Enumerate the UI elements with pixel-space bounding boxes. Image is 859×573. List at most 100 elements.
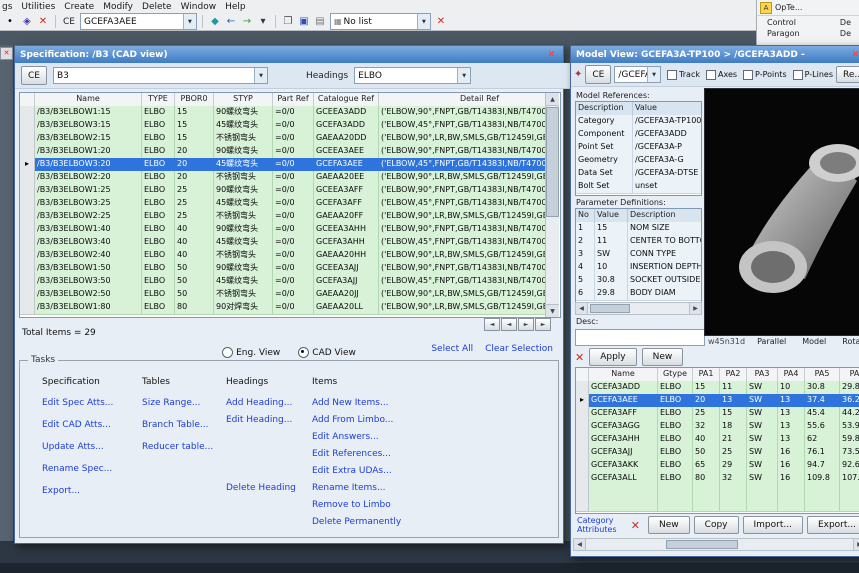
table-row[interactable]: /B3/B3ELBOW2:15ELBO15不锈钢弯头=0/0GAEAA20DD(…: [20, 132, 545, 145]
task-link-add-from-limbo[interactable]: Add From Limbo...: [312, 415, 432, 425]
task-link-edit-heading[interactable]: Edit Heading...: [226, 415, 312, 425]
table-row[interactable]: /B3/B3ELBOW1:50ELBO5090螺纹弯头=0/0GCEEA3AJJ…: [20, 262, 545, 275]
scroll-left-icon[interactable]: ◀: [576, 303, 588, 314]
task-link-reducer-table[interactable]: Reducer table...: [142, 442, 226, 452]
dropdown-icon[interactable]: ▼: [457, 68, 470, 83]
table-row[interactable]: 3SWCONN TYPE: [576, 248, 701, 261]
ce-button[interactable]: CE: [585, 65, 611, 84]
table-row[interactable]: 211CENTER TO BOTTOM OF FACE: [576, 235, 701, 248]
table-row[interactable]: GCEFA3AGGELBO3218SW1355.653.9: [576, 420, 859, 433]
scroll-left-icon[interactable]: ◀: [574, 539, 586, 550]
table-row[interactable]: /B3/B3ELBOW1:15ELBO1590螺纹弯头=0/0GCEEA3ADD…: [20, 106, 545, 119]
table-row[interactable]: /B3/B3ELBOW3:50ELBO5045螺纹弯头=0/0GCEFA3AJJ…: [20, 275, 545, 288]
model-3d-viewport[interactable]: [704, 88, 859, 336]
table-row[interactable]: GCEFA3AHHELBO4021SW136259.8: [576, 433, 859, 446]
table-row[interactable]: 530.8SOCKET OUTSIDE DIAM: [576, 274, 701, 287]
table-row[interactable]: [576, 498, 859, 511]
scroll-thumb[interactable]: [546, 107, 559, 217]
module-panel-title[interactable]: OpTe...: [775, 3, 802, 12]
headings-combo[interactable]: ELBO ▼: [354, 67, 471, 84]
table-row[interactable]: /B3/B3ELBOW3:25ELBO2545螺纹弯头=0/0GCEFA3AFF…: [20, 197, 545, 210]
table-row[interactable]: 115NOM SIZE: [576, 222, 701, 235]
view-label-model[interactable]: Model: [802, 337, 826, 346]
clear-icon[interactable]: ✕: [575, 351, 584, 364]
category-combo[interactable]: /GCEFA3A-TP100 ▼: [614, 66, 661, 83]
table-row[interactable]: [576, 485, 859, 498]
desc-input[interactable]: [575, 329, 705, 346]
table-row[interactable]: ▸GCEFA3AEEELBO2013SW1337.436.2: [576, 394, 859, 407]
task-link-edit-answers[interactable]: Edit Answers...: [312, 432, 432, 442]
table-row[interactable]: Component/GCEFA3ADD: [576, 128, 701, 141]
table-row[interactable]: /B3/B3ELBOW2:25ELBO25不锈钢弯头=0/0GAEAA20FF(…: [20, 210, 545, 223]
spec-title-bar[interactable]: Specification: /B3 (CAD view) ✕: [15, 46, 563, 63]
scroll-right-icon[interactable]: ▶: [689, 303, 701, 314]
checkbox-p-points[interactable]: P-Points: [743, 70, 787, 80]
ce-button[interactable]: CE: [21, 66, 47, 85]
menu-item-modify[interactable]: Modify: [103, 2, 133, 12]
task-link-edit-extra-udas[interactable]: Edit Extra UDAs...: [312, 466, 432, 476]
prev-record-icon[interactable]: ◄: [501, 318, 517, 331]
task-link-add-new-items[interactable]: Add New Items...: [312, 398, 432, 408]
table-row[interactable]: GCEFA3ALLELBO8032SW16109.8107.4: [576, 472, 859, 485]
back-icon[interactable]: ←: [224, 15, 238, 29]
radio-eng-view[interactable]: Eng. View: [222, 347, 280, 358]
menu-item-help[interactable]: Help: [225, 2, 246, 12]
view-label-rotate[interactable]: Rotate: [842, 337, 859, 346]
close-list-icon[interactable]: ✕: [434, 15, 448, 29]
scroll-down-icon[interactable]: ▼: [546, 304, 559, 317]
module-row[interactable]: ControlDe: [757, 16, 859, 27]
link-select-all[interactable]: Select All: [431, 344, 473, 354]
model-title-bar[interactable]: Model View: GCEFA3A-TP100 > /GCEFA3ADD -…: [571, 46, 859, 63]
table-row[interactable]: GCEFA3AJJELBO5025SW1676.173.5: [576, 446, 859, 459]
save-icon[interactable]: ▣: [297, 15, 311, 29]
checkbox-p-lines[interactable]: P-Lines: [793, 70, 833, 80]
button-new[interactable]: New: [648, 516, 690, 534]
task-link-remove-to-limbo[interactable]: Remove to Limbo: [312, 500, 432, 510]
task-link-add-heading[interactable]: Add Heading...: [226, 398, 312, 408]
checkbox-track[interactable]: Track: [667, 70, 700, 80]
scroll-right-icon[interactable]: ▶: [853, 539, 859, 550]
table-row[interactable]: GCEFA3AFFELBO2515SW1345.444.2: [576, 407, 859, 420]
table-row[interactable]: 629.8BODY DIAM: [576, 287, 701, 300]
table-row[interactable]: /B3/B3ELBOW2:50ELBO50不锈钢弯头=0/0GAEAA20JJ(…: [20, 288, 545, 301]
reset-button[interactable]: Re...: [836, 66, 859, 83]
first-record-icon[interactable]: ◄: [484, 318, 500, 331]
checkbox-axes[interactable]: Axes: [706, 70, 737, 80]
find-icon[interactable]: ◈: [20, 15, 34, 29]
task-link-edit-spec-atts[interactable]: Edit Spec Atts...: [42, 398, 142, 408]
scroll-up-icon[interactable]: ▲: [546, 93, 559, 106]
forward-icon[interactable]: →: [240, 15, 254, 29]
scroll-thumb[interactable]: [666, 540, 738, 549]
next-record-icon[interactable]: ►: [518, 318, 534, 331]
table-row[interactable]: /B3/B3ELBOW1:80ELBO8090对焊弯头=0/0GAEAA20LL…: [20, 301, 545, 314]
button-copy[interactable]: Copy: [694, 516, 739, 534]
task-link-export[interactable]: Export...: [42, 486, 142, 496]
table-row[interactable]: Bolt Setunset: [576, 180, 701, 193]
table-row[interactable]: Point Set/GCEFA3A-P: [576, 141, 701, 154]
list-combo[interactable]: ▦ No list ▼: [330, 13, 431, 30]
menu-item-gs[interactable]: gs: [2, 2, 12, 12]
menu-item-window[interactable]: Window: [181, 2, 217, 12]
table-row[interactable]: /B3/B3ELBOW1:40ELBO4090螺纹弯头=0/0GCEEA3AHH…: [20, 223, 545, 236]
horizontal-scrollbar[interactable]: ◀ ▶: [575, 302, 702, 315]
close-icon[interactable]: ✕: [849, 49, 859, 61]
dropdown-icon[interactable]: ▼: [417, 14, 430, 29]
table-row[interactable]: /B3/B3ELBOW2:40ELBO40不锈钢弯头=0/0GAEAA20HH(…: [20, 249, 545, 262]
task-link-update-atts[interactable]: Update Atts...: [42, 442, 142, 452]
task-link-branch-table[interactable]: Branch Table...: [142, 420, 226, 430]
dropdown-icon[interactable]: ▼: [647, 67, 660, 82]
close-icon[interactable]: ✕: [545, 49, 558, 61]
delete-icon[interactable]: ✕: [36, 15, 50, 29]
menu-item-utilities[interactable]: Utilities: [21, 2, 55, 12]
new-button[interactable]: New: [642, 348, 684, 366]
copy-icon[interactable]: ❐: [281, 15, 295, 29]
vertical-scrollbar[interactable]: ▲ ▼: [545, 93, 559, 317]
module-row[interactable]: ParagonDe: [757, 27, 859, 38]
link-clear-selection[interactable]: Clear Selection: [485, 344, 553, 354]
radio-cad-view[interactable]: CAD View: [298, 347, 356, 358]
horizontal-scrollbar[interactable]: ◀ ▶: [573, 538, 859, 551]
view-label-parallel[interactable]: Parallel: [757, 337, 786, 346]
menu-item-create[interactable]: Create: [64, 2, 94, 12]
table-row[interactable]: GCEFA3ADDELBO1511SW1030.829.8: [576, 381, 859, 394]
last-record-icon[interactable]: ►: [535, 318, 551, 331]
